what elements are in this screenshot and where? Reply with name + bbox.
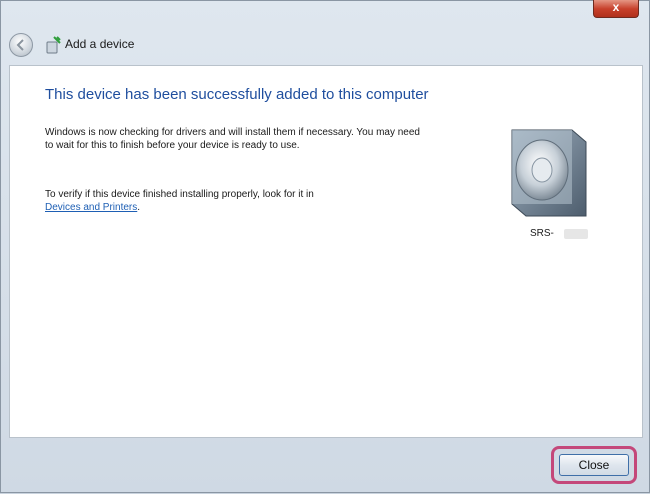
success-heading: This device has been successfully added … (45, 86, 429, 103)
content-panel: This device has been successfully added … (9, 65, 643, 438)
title-bar: Add a device (1, 27, 649, 63)
add-device-window: x Add a device This device has been succ… (0, 0, 650, 493)
device-name-label: SRS- (530, 228, 554, 239)
speaker-icon (511, 129, 587, 217)
back-arrow-icon (16, 39, 24, 51)
add-device-icon (46, 36, 61, 54)
back-button[interactable] (9, 33, 33, 57)
verify-message-text: To verify if this device finished instal… (45, 189, 314, 200)
footer: Close (1, 438, 649, 494)
close-button[interactable]: Close (559, 454, 629, 476)
window-close-button[interactable]: x (593, 0, 639, 18)
devices-and-printers-link[interactable]: Devices and Printers (45, 202, 137, 213)
verify-message: To verify if this device finished instal… (45, 188, 425, 214)
window-title: Add a device (65, 37, 135, 51)
verify-message-period: . (137, 202, 141, 213)
driver-install-message: Windows is now checking for drivers and … (45, 127, 420, 151)
device-name-redaction (564, 229, 588, 239)
